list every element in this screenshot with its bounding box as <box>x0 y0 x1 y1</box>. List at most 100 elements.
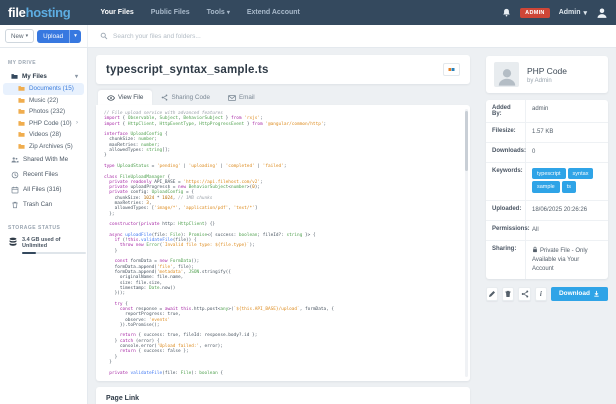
navbar-right: ADMIN Admin▾ <box>502 7 608 19</box>
chevron-down-icon: ▾ <box>26 33 29 39</box>
code-scrollbar-track[interactable] <box>465 109 468 377</box>
uploader-avatar <box>494 62 519 87</box>
download-arrow-icon <box>593 290 600 297</box>
folder-icon <box>18 131 25 138</box>
new-button[interactable]: New▾ <box>5 29 34 43</box>
detail-value: 18/06/2025 20:26:26 <box>526 201 608 220</box>
sidebar-item-shared-with-me[interactable]: Shared With Me <box>3 152 84 167</box>
search-input[interactable] <box>113 33 604 40</box>
folder-icon <box>18 85 25 92</box>
edit-button[interactable] <box>486 287 498 301</box>
detail-value: Private File - Only Available via Your A… <box>526 241 608 279</box>
tab-email[interactable]: Email <box>219 90 264 105</box>
storage-progress-bar <box>22 252 86 254</box>
sidebar-item-label: All Files (316) <box>23 186 62 193</box>
keyword-chip-sample[interactable]: sample <box>532 181 560 192</box>
chevron-down-icon: ▾ <box>75 73 78 80</box>
delete-button[interactable] <box>502 287 514 301</box>
share-nodes-icon <box>521 290 529 298</box>
sidebar-item-label: Videos (28) <box>29 131 61 138</box>
keyword-chip-ts[interactable]: ts <box>562 181 576 192</box>
tab-view-file[interactable]: View File <box>98 90 152 105</box>
tab-label: View File <box>118 94 143 101</box>
report-flag-icon <box>448 67 455 72</box>
file-view-tabs: View File Sharing Code Email <box>96 90 470 105</box>
storage-status: 3.4 GB used of Unlimited <box>0 234 87 257</box>
sidebar-item-label: PHP Code (10) <box>29 120 72 127</box>
sidebar-item-recent-files[interactable]: Recent Files <box>3 167 84 182</box>
filehosting-app: filehosting Your Files Public Files Tools▾… <box>0 0 616 404</box>
trash-icon <box>11 201 19 209</box>
toolbar: New▾ Upload▾ <box>0 25 616 48</box>
chevron-down-icon: ▾ <box>227 10 230 16</box>
bell-icon <box>502 8 511 17</box>
detail-value: admin <box>526 100 608 122</box>
keyword-chip-typescript[interactable]: typescript <box>532 168 566 179</box>
file-actions: i Download <box>486 287 608 301</box>
sidebar-item-label: Trash Can <box>23 201 52 208</box>
code-scrollbar-thumb[interactable] <box>465 111 468 171</box>
sidebar-item-php-code[interactable]: PHP Code (10) › <box>3 118 84 130</box>
sidebar-item-label: Music (22) <box>29 97 58 104</box>
keyword-chip-syntax[interactable]: syntax <box>568 168 594 179</box>
sidebar-item-label: Photos (232) <box>29 108 65 115</box>
file-details-panel: PHP Code by Admin Added By:adminFilesize… <box>478 48 616 404</box>
upload-button[interactable]: Upload▾ <box>37 30 81 43</box>
top-navbar: filehosting Your Files Public Files Tools▾… <box>0 0 616 25</box>
logo-part1: file <box>8 5 26 20</box>
people-icon <box>11 156 19 164</box>
logo[interactable]: filehosting <box>8 5 70 20</box>
sidebar-item-documents[interactable]: Documents (15) <box>3 83 84 95</box>
sidebar: MY DRIVE My Files▾Documents (15)Music (2… <box>0 48 88 404</box>
detail-row-added-by: Added By:admin <box>486 100 608 123</box>
logo-part2: hosting <box>26 5 71 20</box>
sidebar-item-label: My Files <box>22 73 47 80</box>
sidebar-item-label: Zip Archives (5) <box>29 143 73 150</box>
eye-icon <box>107 95 115 101</box>
share-button[interactable] <box>518 287 530 301</box>
sidebar-item-all-files[interactable]: All Files (316) <box>3 182 84 197</box>
envelope-icon <box>228 95 236 101</box>
code-content: // File upload service with advanced fea… <box>104 111 460 376</box>
upload-dropdown-toggle[interactable]: ▾ <box>69 30 81 43</box>
nav-link-extend-account[interactable]: Extend Account <box>247 9 300 16</box>
user-menu[interactable]: Admin▾ <box>559 9 587 17</box>
trash-icon <box>504 290 512 298</box>
sidebar-item-my-files[interactable]: My Files ▾ <box>3 69 84 83</box>
chevron-right-icon: › <box>76 120 78 126</box>
page-link-card: Page Link <box>96 387 470 404</box>
file-category-title: PHP Code <box>527 66 567 76</box>
primary-nav: Your Files Public Files Tools▾ Extend Accou… <box>100 9 299 16</box>
notifications-button[interactable] <box>502 8 511 17</box>
storage-status-label: STORAGE STATUS <box>0 221 87 234</box>
page-link-label: Page Link <box>106 395 460 402</box>
sidebar-item-trash-can[interactable]: Trash Can <box>3 197 84 212</box>
sidebar-item-videos[interactable]: Videos (28) <box>3 129 84 141</box>
sidebar-folder-list: My Files ▾Documents (15) Music (22) Photos … <box>0 69 87 212</box>
folder-icon <box>18 143 25 150</box>
nav-link-your-files[interactable]: Your Files <box>100 9 133 16</box>
sidebar-item-music[interactable]: Music (22) <box>3 95 84 107</box>
sidebar-item-photos[interactable]: Photos (232) <box>3 106 84 118</box>
sidebar-item-label: Documents (15) <box>29 85 74 92</box>
info-button[interactable]: i <box>535 287 547 301</box>
new-button-label: New <box>11 33 24 40</box>
file-report-button[interactable] <box>443 63 460 76</box>
sidebar-item-zip-archives[interactable]: Zip Archives (5) <box>3 141 84 153</box>
lock-icon <box>532 246 538 253</box>
user-avatar-icon[interactable] <box>596 7 608 19</box>
tab-sharing-code[interactable]: Sharing Code <box>152 90 219 105</box>
tab-label: Email <box>239 94 255 101</box>
folder-icon <box>18 120 25 127</box>
nav-link-tools[interactable]: Tools▾ <box>207 9 230 16</box>
detail-row-filesize: Filesize:1.57 KB <box>486 123 608 143</box>
folder-icon <box>11 73 18 80</box>
nav-link-public-files[interactable]: Public Files <box>151 9 190 16</box>
search-icon <box>100 32 108 40</box>
detail-value: typescriptsyntax samplets <box>526 163 608 200</box>
folder-icon <box>18 108 25 115</box>
detail-row-keywords: Keywords:typescriptsyntaxsamplets <box>486 163 608 201</box>
detail-value: All <box>526 221 608 240</box>
download-button[interactable]: Download <box>551 287 608 301</box>
detail-row-permissions: Permissions:All <box>486 221 608 241</box>
